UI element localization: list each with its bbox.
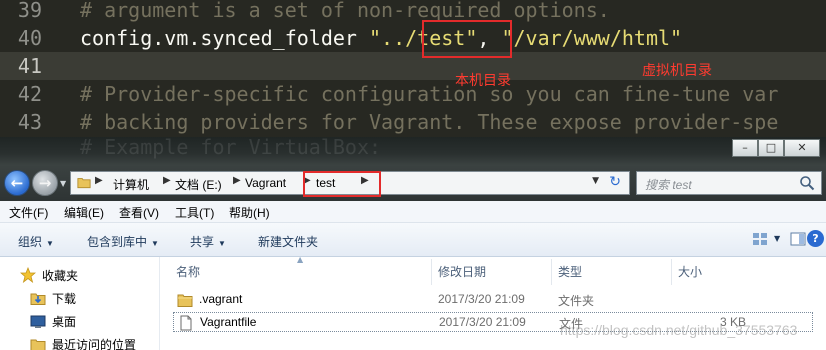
recent-places-icon [30, 339, 46, 350]
desktop-icon [30, 315, 46, 328]
line-number: 41 [17, 54, 42, 78]
organize-label: 组织 [18, 235, 43, 249]
dropdown-arrow-icon: ▼ [151, 239, 159, 248]
dropdown-arrow-icon: ▼ [218, 239, 226, 248]
breadcrumb-drive-e[interactable]: 文档 (E:) [175, 176, 222, 193]
menu-view[interactable]: 查看(V) [119, 204, 159, 221]
menu-edit[interactable]: 编辑(E) [64, 204, 104, 221]
star-icon [20, 267, 36, 283]
watermark: https://blog.csdn.net/github_37553763 [560, 322, 798, 338]
new-folder-button[interactable]: 新建文件夹 [258, 233, 318, 250]
search-input[interactable]: 搜索 test [636, 171, 822, 195]
forward-arrow-icon[interactable]: → [32, 170, 58, 196]
window-titlebar[interactable]: # Example for VirtualBox: – □ ✕ [0, 137, 826, 165]
nav-item-label: 收藏夹 [42, 269, 79, 283]
line-number: 43 [17, 110, 42, 134]
nav-item-label: 下载 [52, 292, 77, 306]
minimize-button[interactable]: – [732, 139, 758, 157]
chevron-right-icon[interactable]: ▶ [233, 175, 241, 186]
navigation-pane: 收藏夹 下载 桌面 最近访问的位置 [0, 257, 160, 350]
menu-file[interactable]: 文件(F) [9, 204, 48, 221]
line-number: 42 [17, 82, 42, 106]
file-name: Vagrantfile [200, 315, 257, 329]
file-type: 文件夹 [558, 294, 595, 308]
nav-item-label: 桌面 [52, 315, 77, 329]
maximize-button[interactable]: □ [758, 139, 784, 157]
organize-button[interactable]: 组织 ▼ [18, 233, 54, 250]
code-comment: # Provider-specific configuration so you… [80, 82, 779, 106]
column-divider[interactable] [431, 259, 432, 285]
file-date: 2017/3/20 21:09 [438, 292, 525, 306]
nav-item-label: 最近访问的位置 [52, 338, 137, 350]
highlight-box-test-folder [303, 171, 381, 197]
refresh-icon[interactable]: ↻ [609, 174, 621, 190]
code-editor[interactable]: 39 # argument is a set of non-required o… [0, 0, 826, 137]
include-in-library-button[interactable]: 包含到库中 ▼ [87, 233, 159, 250]
sort-ascending-icon: ▲ [297, 255, 304, 264]
explorer-window: # Example for VirtualBox: – □ ✕ ← → ▼ ▶ … [0, 137, 826, 350]
dropdown-arrow-icon: ▼ [46, 239, 54, 248]
code-line-42: 42 # Provider-specific configuration so … [0, 80, 826, 108]
view-dropdown-arrow-icon[interactable]: ▼ [774, 234, 780, 243]
column-divider[interactable] [671, 259, 672, 285]
window-controls: – □ ✕ [732, 139, 820, 157]
include-in-library-label: 包含到库中 [87, 235, 148, 249]
code-string-guest-path: "/var/www/html" [501, 26, 683, 50]
command-toolbar: 组织 ▼ 包含到库中 ▼ 共享 ▼ 新建文件夹 ▼ ? [0, 223, 826, 257]
chevron-right-icon[interactable]: ▶ [163, 175, 171, 186]
help-icon[interactable]: ? [807, 230, 824, 247]
ghost-code-line: # Example for VirtualBox: [80, 137, 382, 159]
line-number: 39 [17, 0, 42, 22]
menu-help[interactable]: 帮助(H) [229, 204, 270, 221]
column-divider[interactable] [551, 259, 552, 285]
folder-icon [177, 294, 193, 307]
file-icon [180, 315, 192, 331]
code-comment: # argument is a set of non-required opti… [80, 0, 610, 22]
close-button[interactable]: ✕ [784, 139, 820, 157]
breadcrumb-computer[interactable]: 计算机 [113, 176, 149, 193]
line-number: 40 [17, 26, 42, 50]
search-placeholder: 搜索 test [645, 178, 692, 192]
code-call: config.vm.synced_folder [80, 26, 369, 50]
highlight-box-host-path [422, 20, 512, 58]
column-header-date[interactable]: 修改日期 [438, 263, 486, 280]
code-line-39: 39 # argument is a set of non-required o… [0, 0, 826, 24]
address-history-dropdown-icon[interactable]: ▼ [592, 176, 599, 186]
breadcrumb-vagrant[interactable]: Vagrant [245, 176, 286, 190]
file-name: .vagrant [199, 292, 243, 306]
share-button[interactable]: 共享 ▼ [190, 233, 226, 250]
column-header-name[interactable]: 名称 [176, 263, 200, 280]
code-comment: # backing providers for Vagrant. These e… [80, 110, 779, 134]
menu-bar: 文件(F) 编辑(E) 查看(V) 工具(T) 帮助(H) [0, 201, 826, 223]
back-arrow-icon[interactable]: ← [4, 170, 30, 196]
folder-icon [77, 178, 91, 189]
navigation-bar: ← → ▼ ▶ 计算机 ▶ 文档 (E:) ▶ Vagrant ▶ test ▶… [0, 165, 826, 201]
annotation-guest-dir: 虚拟机目录 [642, 63, 712, 79]
view-options-icon[interactable] [752, 232, 768, 246]
column-header-size[interactable]: 大小 [678, 263, 702, 280]
file-date: 2017/3/20 21:09 [439, 315, 526, 329]
code-statement: config.vm.synced_folder "../test", "/var… [80, 24, 682, 52]
code-line-43: 43 # backing providers for Vagrant. Thes… [0, 108, 826, 136]
search-icon[interactable] [799, 175, 815, 191]
annotation-host-dir: 本机目录 [455, 73, 511, 89]
chevron-right-icon[interactable]: ▶ [95, 175, 103, 186]
column-header-type[interactable]: 类型 [558, 263, 582, 280]
recent-pages-dropdown-icon[interactable]: ▼ [60, 179, 66, 188]
downloads-folder-icon [30, 293, 46, 305]
file-row-vagrant-folder[interactable]: .vagrant 2017/3/20 21:09 文件夹 [173, 290, 813, 310]
code-line-40: 40 config.vm.synced_folder "../test", "/… [0, 24, 826, 52]
preview-pane-icon[interactable] [790, 232, 806, 246]
menu-tools[interactable]: 工具(T) [175, 204, 214, 221]
share-label: 共享 [190, 235, 215, 249]
